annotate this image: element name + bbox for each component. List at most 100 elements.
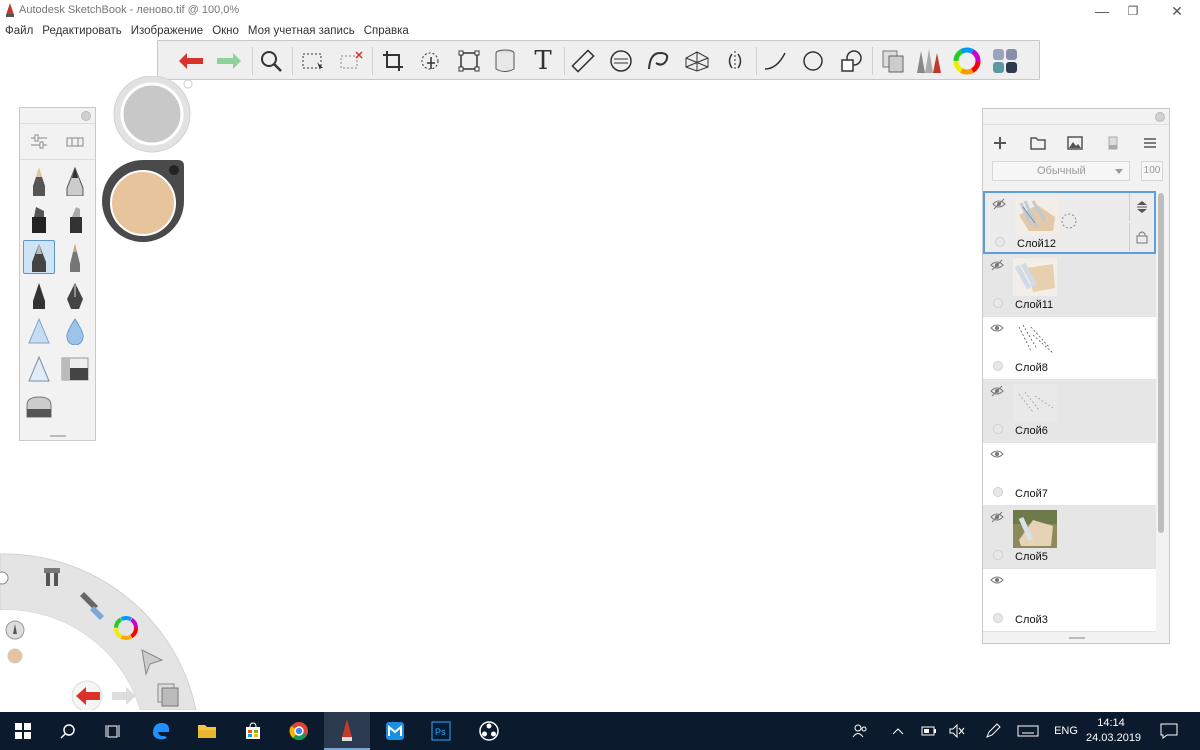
pencil-brush[interactable] xyxy=(23,164,55,198)
ellipse-guide-button[interactable] xyxy=(604,45,638,77)
layer-lock-dot[interactable] xyxy=(993,487,1003,497)
undo-button[interactable] xyxy=(174,45,208,77)
layer-row[interactable]: Слой11 xyxy=(983,254,1156,317)
eraser-brush[interactable] xyxy=(23,390,55,424)
marker-brush[interactable] xyxy=(23,201,55,235)
pen-brush[interactable] xyxy=(23,240,55,274)
copy-paste-button[interactable] xyxy=(876,45,910,77)
taskbar-maxthon[interactable] xyxy=(372,712,418,750)
menu-image[interactable]: Изображение xyxy=(131,22,203,40)
layer-row[interactable]: Слой8 xyxy=(983,317,1156,380)
eye-hidden-icon[interactable] xyxy=(990,385,1004,397)
menu-file[interactable]: Файл xyxy=(5,22,33,40)
text-button[interactable]: T xyxy=(526,45,560,77)
water-drop-brush[interactable] xyxy=(59,314,91,348)
taskbar-chrome[interactable] xyxy=(276,712,322,750)
taskbar-obs[interactable] xyxy=(466,712,512,750)
touch-keyboard-button[interactable] xyxy=(1014,712,1042,750)
french-curve-button[interactable] xyxy=(642,45,676,77)
taskbar-store[interactable] xyxy=(230,712,276,750)
brush-palette-header[interactable] xyxy=(20,108,95,124)
layer-row[interactable]: Слой6 xyxy=(983,380,1156,443)
stroke-button[interactable] xyxy=(758,45,792,77)
perspective-button[interactable] xyxy=(680,45,714,77)
eye-hidden-icon[interactable] xyxy=(990,259,1004,271)
eye-hidden-icon[interactable] xyxy=(992,198,1006,210)
eye-icon[interactable] xyxy=(990,448,1004,460)
layers-grip[interactable] xyxy=(1069,637,1085,639)
add-group-button[interactable] xyxy=(1026,131,1050,155)
pen-workspace-button[interactable] xyxy=(982,712,1004,750)
layer-lock-button[interactable] xyxy=(1129,223,1153,251)
lagoon-brush-size-icon[interactable] xyxy=(5,620,25,640)
eye-icon[interactable] xyxy=(990,574,1004,586)
crop-button[interactable] xyxy=(376,45,410,77)
brush-properties-icon[interactable] xyxy=(30,134,48,150)
taskbar-search-button[interactable] xyxy=(46,712,90,750)
ballpoint-brush[interactable] xyxy=(59,164,91,198)
ruler-button[interactable] xyxy=(566,45,600,77)
taskbar-explorer[interactable] xyxy=(184,712,230,750)
menu-help[interactable]: Справка xyxy=(364,22,409,40)
close-palette-button[interactable] xyxy=(81,111,91,121)
layer-lock-dot[interactable] xyxy=(993,298,1003,308)
layer-menu-button[interactable] xyxy=(1138,131,1162,155)
close-layers-button[interactable] xyxy=(1155,112,1165,122)
menu-account[interactable]: Моя учетная запись xyxy=(248,22,355,40)
menu-edit[interactable]: Редактировать xyxy=(42,22,121,40)
airbrush-brush[interactable] xyxy=(23,314,55,348)
task-view-button[interactable] xyxy=(90,712,136,750)
brush-sets-icon[interactable] xyxy=(66,135,84,149)
ink-brush[interactable] xyxy=(23,278,55,312)
shape-button[interactable] xyxy=(834,45,868,77)
restore-button[interactable]: ❐ xyxy=(1110,0,1156,22)
layer-lock-dot[interactable] xyxy=(995,237,1005,247)
color-wheel-button[interactable] xyxy=(950,45,984,77)
blend-mode-dropdown[interactable]: Обычный xyxy=(992,161,1130,181)
zoom-button[interactable] xyxy=(254,45,288,77)
layer-row[interactable]: Слой12 xyxy=(983,191,1156,254)
deselect-button[interactable] xyxy=(334,45,368,77)
color-swatches-button[interactable] xyxy=(988,45,1022,77)
brush-library-button[interactable] xyxy=(912,45,946,77)
start-button[interactable] xyxy=(0,712,46,750)
fountain-pen-brush[interactable] xyxy=(59,278,91,312)
lagoon-undo-icon[interactable] xyxy=(71,680,103,710)
volume-button[interactable] xyxy=(946,712,968,750)
action-center-button[interactable] xyxy=(1154,712,1184,750)
soft-airbrush-brush[interactable] xyxy=(23,352,55,386)
transform-button[interactable] xyxy=(414,45,448,77)
clear-layer-button[interactable] xyxy=(1101,131,1125,155)
fill-button[interactable] xyxy=(488,45,522,77)
layer-lock-dot[interactable] xyxy=(993,550,1003,560)
distort-button[interactable] xyxy=(452,45,486,77)
taskbar-photoshop[interactable]: Ps xyxy=(418,712,464,750)
lagoon-color-swatch-icon[interactable] xyxy=(7,648,23,664)
taskbar-edge[interactable] xyxy=(138,712,184,750)
eye-hidden-icon[interactable] xyxy=(990,511,1004,523)
menu-window[interactable]: Окно xyxy=(212,22,239,40)
layer-lock-dot[interactable] xyxy=(993,361,1003,371)
circle-button[interactable] xyxy=(796,45,830,77)
add-layer-button[interactable] xyxy=(988,131,1012,155)
show-hidden-icons-button[interactable] xyxy=(888,712,908,750)
layer-lock-dot[interactable] xyxy=(993,424,1003,434)
input-language-button[interactable]: ENG xyxy=(1050,712,1082,750)
people-button[interactable] xyxy=(848,712,872,750)
color-puck[interactable] xyxy=(100,158,186,244)
layer-opacity-field[interactable]: 100 xyxy=(1141,161,1163,181)
taskbar-sketchbook[interactable] xyxy=(324,712,370,750)
layer-editor-header[interactable] xyxy=(983,109,1169,125)
battery-button[interactable] xyxy=(918,712,940,750)
close-button[interactable]: ✕ xyxy=(1154,0,1200,22)
eye-icon[interactable] xyxy=(990,322,1004,334)
layer-lock-dot[interactable] xyxy=(993,613,1003,623)
layer-row[interactable]: Слой5 xyxy=(983,506,1156,569)
brush-size-puck[interactable] xyxy=(112,76,196,154)
fine-pen-brush[interactable] xyxy=(59,240,91,274)
palette-grip[interactable] xyxy=(50,435,66,437)
redo-button[interactable] xyxy=(212,45,246,77)
layer-row[interactable]: Слой3 xyxy=(983,569,1156,632)
symmetry-button[interactable] xyxy=(718,45,752,77)
lagoon-settings-icon[interactable] xyxy=(0,571,9,585)
